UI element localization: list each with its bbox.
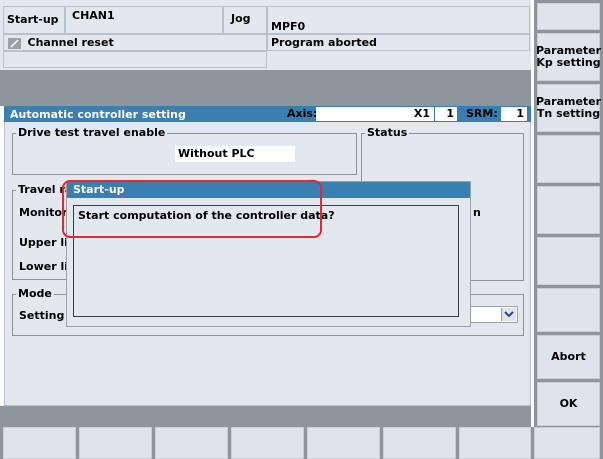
chevron-down-icon[interactable] [501,308,516,321]
srm-value: 1 [501,107,527,121]
bottom-softkey-bar [0,427,603,459]
softkey-tn-setting[interactable]: Parameter Tn setting [535,84,602,132]
reset-icon [8,37,21,49]
upper-limit-label: Upper lim [19,236,67,249]
softkey-right-5[interactable] [537,186,600,234]
drive-test-title: Drive test travel enable [16,126,168,139]
channel-status-text: Channel reset [27,36,114,49]
channel-status-row: Channel reset [3,34,267,51]
operating-mode: Jog [223,6,267,34]
ok-button-label: OK [559,397,578,410]
softkey-bottom-1[interactable] [3,427,76,459]
alarm-line [3,51,267,68]
lower-limit-label: Lower lim [19,260,67,273]
channel-name: CHAN1 [65,6,223,34]
status-fragment: n [473,206,481,219]
softkey-bottom-7[interactable] [459,427,531,459]
axis-value: X1 [316,107,434,121]
abort-button-label: Abort [551,350,586,363]
bottom-band [0,406,531,427]
highlight-frame [62,180,322,238]
mode-title: Mode [16,287,54,300]
status-title: Status [365,126,410,139]
softkey-bottom-3[interactable] [155,427,228,459]
ok-button[interactable]: OK [537,382,600,426]
separator-band [0,70,531,106]
softkey-right-6[interactable] [537,237,600,285]
axis-number: 1 [435,107,457,121]
softkey-kp-setting[interactable]: Parameter Kp setting [535,33,602,81]
softkey-bottom-5[interactable] [307,427,380,459]
setting-mode-label: Setting m [19,309,67,322]
panel-title: Automatic controller setting [10,108,186,121]
drive-test-value[interactable]: Without PLC [175,146,295,162]
axis-label: Axis: [287,107,318,120]
panel-titlebar: Automatic controller setting Axis: X1 1 … [4,106,531,122]
softkey-tn-setting-label: Parameter Tn setting [535,95,602,120]
softkey-right-4[interactable] [537,135,600,183]
softkey-bottom-8[interactable] [534,427,600,459]
area-name: Start-up [3,6,65,34]
setting-mode-dropdown[interactable] [470,306,518,323]
program-status: Program aborted [267,34,530,51]
monitoring-label: Monitori [19,206,67,219]
program-name: MPF0 [267,6,530,34]
srm-label: SRM: [466,107,498,120]
abort-button[interactable]: Abort [537,335,600,379]
right-softkey-bar: Parameter Kp setting Parameter Tn settin… [534,0,603,427]
softkey-bottom-6[interactable] [383,427,456,459]
softkey-right-7[interactable] [537,288,600,332]
softkey-right-1[interactable] [537,3,600,30]
softkey-bottom-4[interactable] [231,427,304,459]
softkey-bottom-2[interactable] [79,427,152,459]
softkey-kp-setting-label: Parameter Kp setting [535,44,602,69]
